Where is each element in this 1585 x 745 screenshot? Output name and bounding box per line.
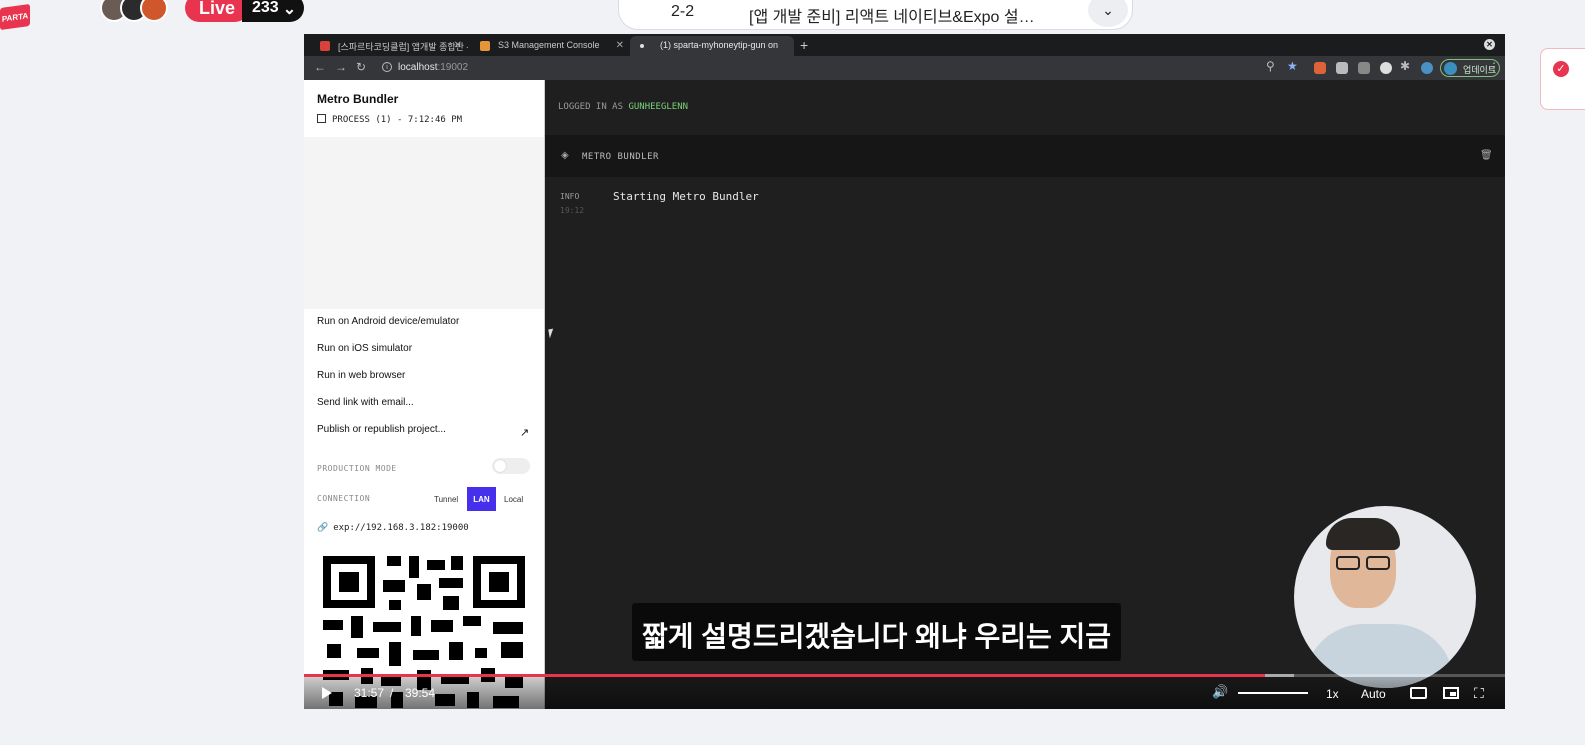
fullscreen-icon[interactable]: ⛶ [1474, 685, 1484, 702]
close-icon[interactable]: ✕ [1484, 39, 1495, 50]
check-icon: ✓ [1553, 61, 1569, 77]
live-badge: Live [185, 0, 250, 22]
current-time: 31:57 [354, 686, 385, 700]
avatar [1444, 62, 1457, 75]
aws-icon [480, 41, 490, 51]
puzzle-icon[interactable]: ✱ [1400, 59, 1410, 73]
time-separator: / [390, 686, 394, 700]
connection-label: CONNECTION [317, 494, 371, 503]
pip-icon[interactable] [1443, 687, 1459, 699]
address-bar[interactable]: i localhost:19002 [378, 59, 1298, 77]
star-icon[interactable]: ★ [1287, 59, 1298, 73]
close-icon[interactable]: ✕ [616, 40, 624, 51]
lecture-title: [앱 개발 준비] 리액트 네이티브&Expo 설… [749, 9, 1035, 26]
publish-link[interactable]: Publish or republish project... [317, 424, 446, 435]
brand-text: PARTA [1, 10, 29, 24]
zoom-icon[interactable]: ⚲ [1266, 59, 1275, 73]
new-tab-icon[interactable]: + [800, 37, 808, 53]
viewer-count-button[interactable]: 233 ⌄ [242, 0, 305, 22]
avatar [140, 0, 168, 22]
process-status: PROCESS (1) - 7:12:46 PM [317, 114, 462, 125]
process-text: PROCESS (1) - 7:12:46 PM [332, 115, 463, 125]
reload-icon[interactable]: ↻ [356, 60, 366, 74]
captions-icon[interactable] [1410, 687, 1427, 699]
username: GUNHEEGLENN [628, 102, 689, 112]
viewer-avatars [100, 0, 168, 22]
glasses-icon [1336, 556, 1360, 570]
viewer-count: 233 [252, 0, 279, 16]
run-android-link[interactable]: Run on Android device/emulator [317, 316, 459, 327]
camera-icon[interactable] [1336, 62, 1348, 74]
url-host: localhost [398, 62, 438, 73]
browser-toolbar: ← → ↻ i localhost:19002 ⚲ ★ ✱ 업데이트 ⋮ [304, 56, 1505, 80]
glasses-icon [1366, 556, 1390, 570]
production-mode-toggle[interactable] [492, 458, 530, 474]
playback-speed-button[interactable]: 1x [1326, 687, 1339, 701]
send-link-email[interactable]: Send link with email... [317, 397, 414, 408]
extension-icon[interactable] [1358, 62, 1370, 74]
tab-title: (1) sparta-myhoneytip-gun on [660, 40, 779, 50]
volume-icon[interactable]: 🔊 [1212, 684, 1228, 700]
connection-local[interactable]: Local [500, 487, 527, 511]
dot-icon [640, 44, 644, 48]
info-icon: i [382, 62, 392, 72]
extension-icon[interactable] [1380, 62, 1392, 74]
browser-tab[interactable]: S3 Management Console ✕ [468, 36, 630, 56]
run-ios-link[interactable]: Run on iOS simulator [317, 343, 412, 354]
production-mode-label: PRODUCTION MODE [317, 464, 397, 473]
lecture-number: 2-2 [671, 3, 695, 20]
metro-side-panel: Metro Bundler PROCESS (1) - 7:12:46 PM R… [304, 80, 545, 709]
player-controls: 31:57 / 39:54 🔊 1x Auto ⛶ [304, 677, 1505, 709]
browser-tab[interactable]: [스파르타코딩클럽] 앱개발 종합반 - ✕ [308, 36, 468, 56]
browser-tab-bar: [스파르타코딩클럽] 앱개발 종합반 - ✕ S3 Management Con… [304, 34, 1505, 56]
log-message: Starting Metro Bundler [613, 190, 759, 203]
device-list-area [304, 137, 544, 309]
log-panel-title: METRO BUNDLER [582, 152, 659, 162]
run-web-link[interactable]: Run in web browser [317, 370, 405, 381]
exp-url-text: exp://192.168.3.182:19000 [333, 523, 469, 533]
quality-button[interactable]: Auto [1361, 687, 1386, 701]
total-time: 39:54 [405, 686, 436, 700]
exp-url[interactable]: 🔗 exp://192.168.3.182:19000 [317, 523, 469, 533]
browser-tab-active[interactable]: (1) sparta-myhoneytip-gun on [630, 36, 794, 56]
log-level: INFO [560, 192, 580, 201]
presenter-hair [1326, 518, 1400, 550]
side-panel-card[interactable]: ✓ [1540, 48, 1585, 110]
box-icon [317, 114, 326, 123]
logged-in-status: LOGGED IN AS GUNHEEGLENN [558, 102, 688, 112]
subtitle-caption: 짧게 설명드리겠습니다 왜냐 우리는 지금 [632, 603, 1122, 661]
panel-title: Metro Bundler [317, 92, 399, 106]
play-icon[interactable] [322, 687, 332, 699]
log-panel-header: ◈ METRO BUNDLER 🗑 [545, 135, 1505, 177]
tab-title: [스파르타코딩클럽] 앱개발 종합반 - [338, 42, 468, 52]
chevron-down-icon[interactable]: ⌄ [1088, 0, 1128, 27]
chevron-down-icon: ⌄ [282, 1, 297, 18]
connection-lan[interactable]: LAN [467, 487, 496, 511]
trash-icon[interactable]: 🗑 [1480, 150, 1493, 161]
mouse-cursor-icon [548, 328, 555, 339]
more-menu-icon[interactable]: ⋮ [1488, 60, 1500, 74]
layers-icon: ◈ [561, 150, 569, 161]
video-player[interactable]: [스파르타코딩클럽] 앱개발 종합반 - ✕ S3 Management Con… [304, 34, 1505, 709]
volume-slider[interactable] [1238, 692, 1308, 694]
forward-icon[interactable]: → [335, 60, 347, 74]
url-port: :19002 [437, 62, 469, 73]
lecture-selector[interactable]: 2-2 [앱 개발 준비] 리액트 네이티브&Expo 설… ⌄ [618, 0, 1133, 30]
back-icon[interactable]: ← [314, 60, 326, 74]
profile-icon[interactable] [1421, 62, 1433, 74]
tab-title: S3 Management Console [498, 40, 600, 50]
link-icon: 🔗 [317, 523, 329, 533]
bookmark-icon [320, 41, 330, 51]
logged-in-prefix: LOGGED IN AS [558, 102, 624, 112]
connection-tunnel[interactable]: Tunnel [430, 487, 462, 511]
external-arrow-icon: ↗ [520, 427, 530, 439]
extension-icon[interactable] [1314, 62, 1326, 74]
webcam-overlay [1294, 506, 1476, 688]
close-icon[interactable]: ✕ [454, 40, 462, 51]
log-time: 19:12 [560, 206, 585, 215]
brand-logo: PARTA [0, 3, 30, 31]
